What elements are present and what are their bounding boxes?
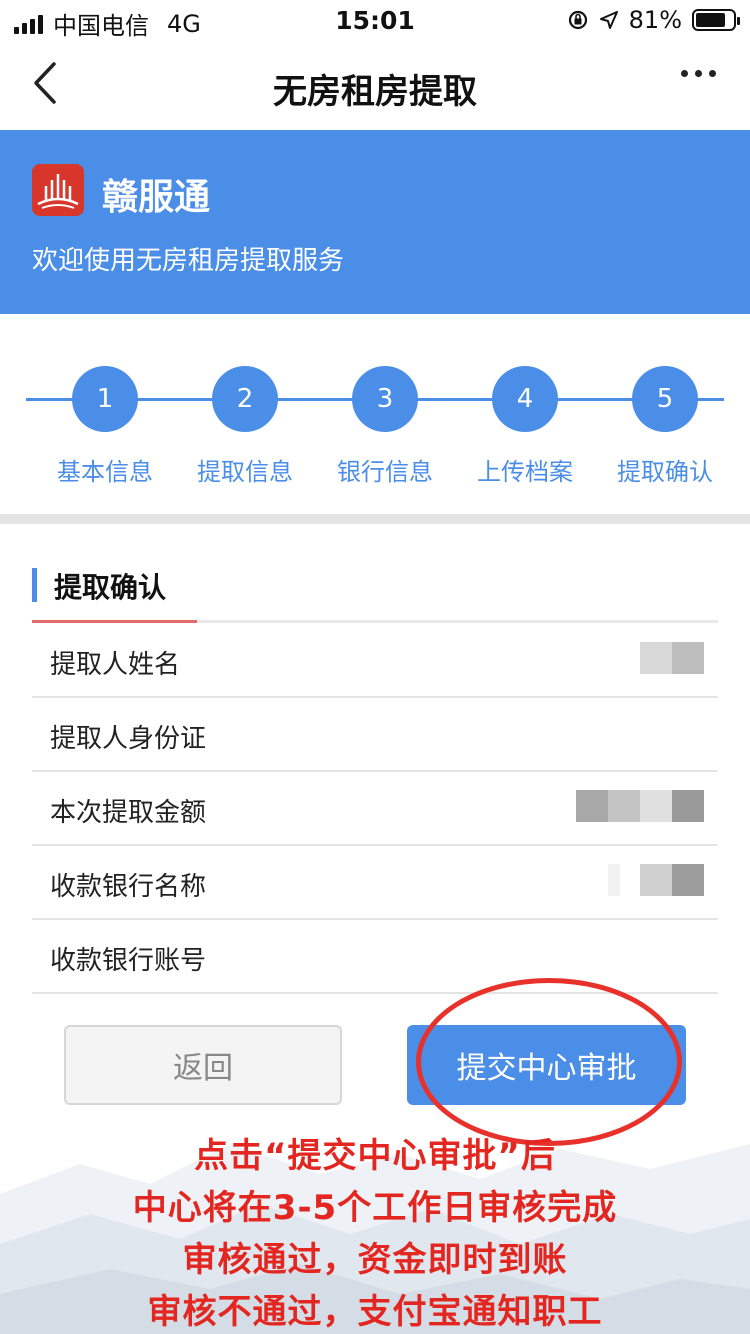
step-label: 银行信息: [337, 458, 433, 486]
progress-steps: 1 基本信息 2 提取信息 3 银行信息 4 上传档案 5 提取确认: [0, 314, 750, 514]
row-label: 收款银行名称: [50, 872, 207, 902]
notice-line: 审核不通过，支付宝通知职工: [147, 1292, 603, 1332]
notice-line: 审核通过，资金即时到账: [182, 1240, 568, 1280]
location-arrow-icon: [599, 11, 618, 29]
battery-percent: 81%: [628, 6, 682, 34]
step-number: 2: [212, 366, 278, 432]
step-upload-archive: 4 上传档案: [455, 366, 595, 487]
step-withdraw-info: 2 提取信息: [175, 366, 315, 487]
step-number: 1: [72, 366, 138, 432]
section-title: 提取确认: [54, 571, 167, 604]
step-number: 5: [632, 366, 698, 432]
row-label: 收款银行账号: [50, 946, 207, 976]
row-bank-name: 收款银行名称: [32, 846, 718, 920]
masked-value: [608, 864, 704, 896]
confirmation-list: 提取人姓名 提取人身份证 本次提取金额 收款银行名称 收款银行账号: [32, 624, 718, 994]
welcome-text: 欢迎使用无房租房提取服务: [32, 246, 345, 276]
step-number: 4: [492, 366, 558, 432]
step-withdraw-confirm: 5 提取确认: [595, 366, 735, 487]
step-bank-info: 3 银行信息: [315, 366, 455, 487]
status-bar: 中国电信 4G 15:01 81%: [0, 0, 750, 40]
more-dots-icon[interactable]: [681, 70, 716, 77]
section-underline: [32, 620, 718, 623]
row-bank-account: 收款银行账号: [32, 920, 718, 994]
navigation-bar: 无房租房提取: [0, 40, 750, 130]
section-accent-bar: [32, 568, 37, 602]
notice-line: 点击“提交中心审批”后: [194, 1136, 556, 1176]
rotation-lock-icon: [568, 10, 587, 30]
step-label: 提取信息: [197, 458, 293, 486]
step-label: 上传档案: [477, 458, 573, 486]
step-label: 基本信息: [57, 458, 153, 486]
service-banner: 赣服通 欢迎使用无房租房提取服务: [0, 130, 750, 314]
masked-value: [576, 790, 704, 822]
row-label: 提取人身份证: [50, 724, 207, 754]
row-withdraw-amount: 本次提取金额: [32, 772, 718, 846]
step-label: 提取确认: [617, 458, 713, 486]
app-logo-icon: [32, 164, 84, 216]
row-applicant-name: 提取人姓名: [32, 624, 718, 698]
battery-icon: [692, 9, 740, 31]
row-applicant-id: 提取人身份证: [32, 698, 718, 772]
page-title: 无房租房提取: [273, 72, 477, 112]
notice-line: 中心将在3-5个工作日审核完成: [132, 1188, 618, 1228]
instruction-notice: 点击“提交中心审批”后 中心将在3-5个工作日审核完成 审核通过，资金即时到账 …: [0, 1130, 750, 1334]
row-label: 本次提取金额: [50, 798, 207, 828]
step-basic-info: 1 基本信息: [35, 366, 175, 487]
section-header: 提取确认: [32, 560, 718, 624]
step-number: 3: [352, 366, 418, 432]
masked-value: [640, 642, 704, 674]
app-name: 赣服通: [102, 177, 211, 218]
row-label: 提取人姓名: [50, 650, 181, 680]
section-divider: [0, 514, 750, 524]
back-button[interactable]: 返回: [64, 1025, 342, 1105]
submit-approval-button[interactable]: 提交中心审批: [407, 1025, 686, 1105]
